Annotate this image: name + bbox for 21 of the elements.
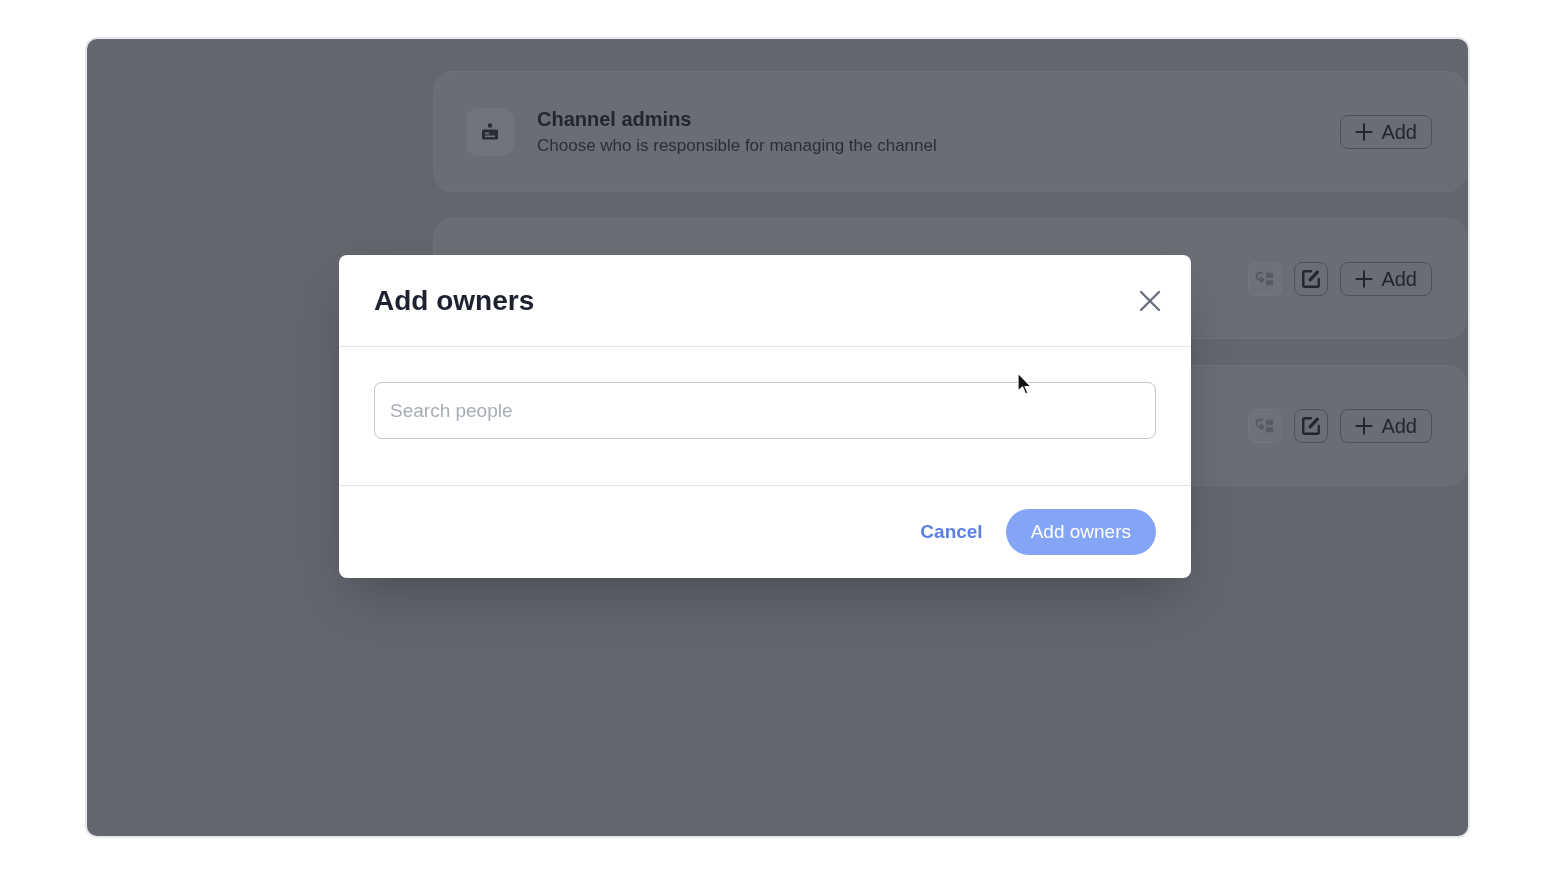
arrow-squares-icon [1255,416,1276,435]
cursor-icon [1017,372,1032,395]
add-button[interactable]: Add [1340,114,1432,149]
close-button[interactable] [1139,289,1161,312]
add-button[interactable]: Add [1340,408,1432,443]
plus-icon [1355,122,1374,141]
search-field[interactable]: Search people [374,382,1156,439]
arrow-squares-icon [1255,269,1276,288]
edit-button[interactable] [1294,408,1329,443]
id-badge-icon [466,107,514,156]
edit-button[interactable] [1294,261,1329,296]
plus-icon [1355,416,1374,435]
card-description: Choose who is responsible for managing the channel [537,135,937,157]
card-title: Channel admins [537,107,693,132]
pencil-square-icon [1301,415,1322,436]
plus-icon [1355,269,1374,288]
close-icon [1139,289,1161,312]
pencil-square-icon [1301,268,1322,289]
dialog-title: Add owners [374,283,535,318]
add-button[interactable]: Add [1340,261,1432,296]
cancel-button[interactable]: Cancel [920,517,983,547]
